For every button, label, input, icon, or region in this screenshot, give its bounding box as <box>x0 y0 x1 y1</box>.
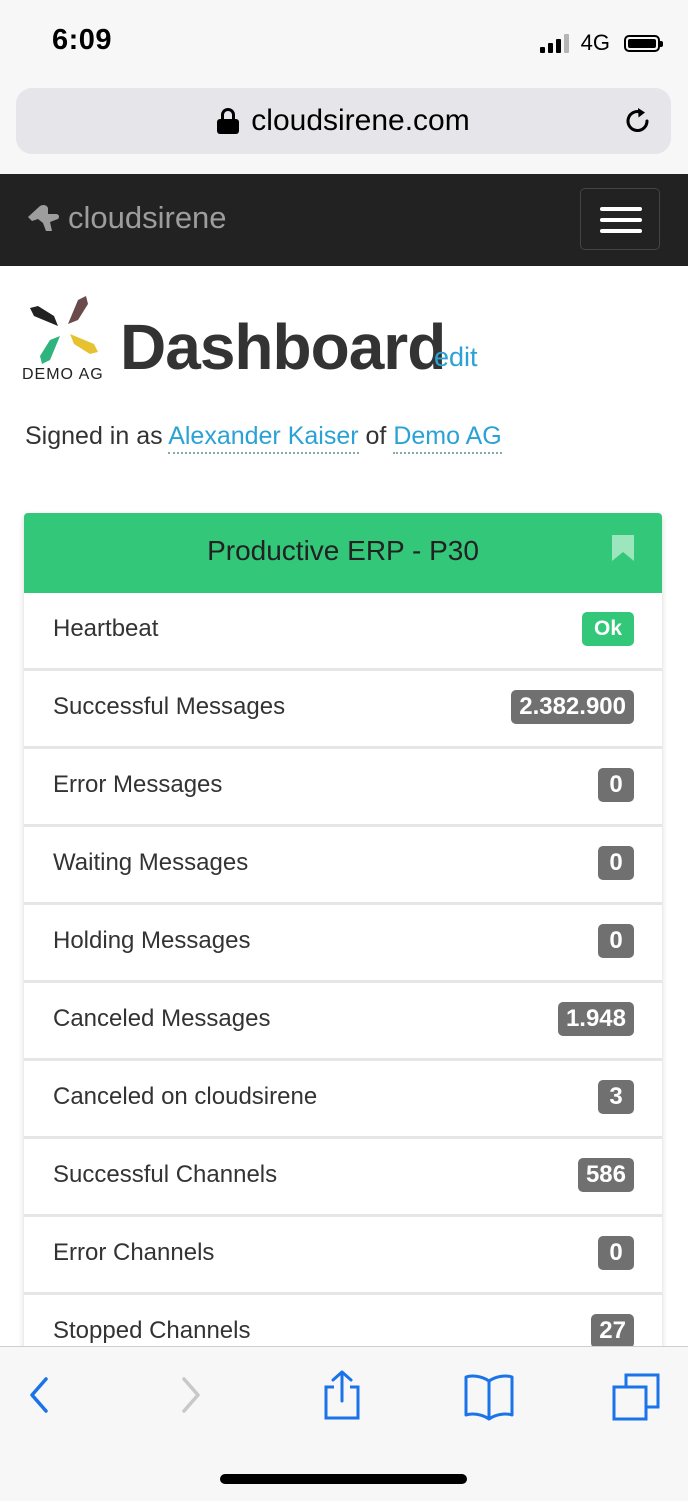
status-row: Successful Channels 586 <box>24 1139 662 1214</box>
row-label: Canceled on cloudsirene <box>53 1083 318 1110</box>
bookmark-icon[interactable] <box>612 535 634 561</box>
row-label: Error Channels <box>53 1239 215 1266</box>
home-indicator <box>220 1474 467 1484</box>
count-badge: 0 <box>598 1236 634 1270</box>
share-icon[interactable] <box>320 1369 364 1421</box>
signed-in-info: Signed in as Alexander Kaiser of Demo AG <box>25 422 502 454</box>
count-badge: 2.382.900 <box>511 690 634 724</box>
count-badge: 0 <box>598 768 634 802</box>
bookmarks-icon[interactable] <box>462 1373 516 1421</box>
status-row: Error Messages 0 <box>24 749 662 824</box>
battery-icon <box>624 34 663 52</box>
logo-caption: DEMO AG <box>22 366 104 383</box>
status-row: Successful Messages 2.382.900 <box>24 671 662 746</box>
brand-name: cloudsirene <box>68 200 227 235</box>
count-badge: 1.948 <box>557 1002 634 1036</box>
status-row: Stopped Channels 27 <box>24 1295 662 1353</box>
status-row: Waiting Messages 0 <box>24 827 662 902</box>
reload-icon[interactable] <box>623 106 653 136</box>
forward-icon[interactable] <box>178 1373 206 1417</box>
user-name-link[interactable]: Alexander Kaiser <box>168 422 359 454</box>
network-type: 4G <box>580 30 610 55</box>
company-link[interactable]: Demo AG <box>393 422 502 454</box>
lock-icon <box>217 108 240 134</box>
of-label: of <box>365 422 387 450</box>
hamburger-icon <box>600 207 642 211</box>
status-indicators: 4G <box>539 30 663 56</box>
card-header: Productive ERP - P30 <box>24 513 662 593</box>
status-row: Canceled on cloudsirene 3 <box>24 1061 662 1136</box>
status-bar: 6:09 4G <box>0 0 688 84</box>
row-label: Successful Messages <box>53 693 286 720</box>
count-badge: 0 <box>598 846 634 880</box>
signed-in-prefix: Signed in as <box>25 422 163 450</box>
signal-icon <box>539 33 569 53</box>
menu-toggle-button[interactable] <box>580 188 660 250</box>
count-badge: 0 <box>598 924 634 958</box>
edit-link[interactable]: edit <box>434 342 478 373</box>
count-badge: 27 <box>591 1314 634 1348</box>
row-label: Error Messages <box>53 771 223 798</box>
address-bar[interactable]: cloudsirene.com <box>16 88 671 154</box>
app-navbar: cloudsirene <box>0 174 688 266</box>
status-row: Error Channels 0 <box>24 1217 662 1292</box>
system-card: Productive ERP - P30 Heartbeat Ok Succes… <box>24 513 662 1353</box>
row-label: Successful Channels <box>53 1161 278 1188</box>
card-title[interactable]: Productive ERP - P30 <box>24 535 662 567</box>
row-label: Stopped Channels <box>53 1317 251 1344</box>
status-row: Canceled Messages 1.948 <box>24 983 662 1058</box>
row-label: Heartbeat <box>53 615 159 642</box>
status-time: 6:09 <box>52 24 113 56</box>
row-label: Waiting Messages <box>53 849 249 876</box>
count-badge: 3 <box>598 1080 634 1114</box>
row-label: Holding Messages <box>53 927 251 954</box>
browser-address-area: cloudsirene.com <box>0 84 688 174</box>
count-badge: 586 <box>577 1158 634 1192</box>
tabs-icon[interactable] <box>610 1371 662 1423</box>
company-logo: DEMO AG <box>22 294 106 386</box>
cloudsirene-logo-icon <box>28 204 60 231</box>
back-icon[interactable] <box>24 1373 52 1417</box>
status-row: Heartbeat Ok <box>24 593 662 668</box>
page-title: Dashboard <box>120 311 446 383</box>
brand-link[interactable]: cloudsirene <box>26 200 227 236</box>
status-badge: Ok <box>581 612 634 646</box>
url-text[interactable]: cloudsirene.com <box>251 104 469 138</box>
hands-logo-icon <box>30 296 98 364</box>
row-label: Canceled Messages <box>53 1005 271 1032</box>
status-row: Holding Messages 0 <box>24 905 662 980</box>
